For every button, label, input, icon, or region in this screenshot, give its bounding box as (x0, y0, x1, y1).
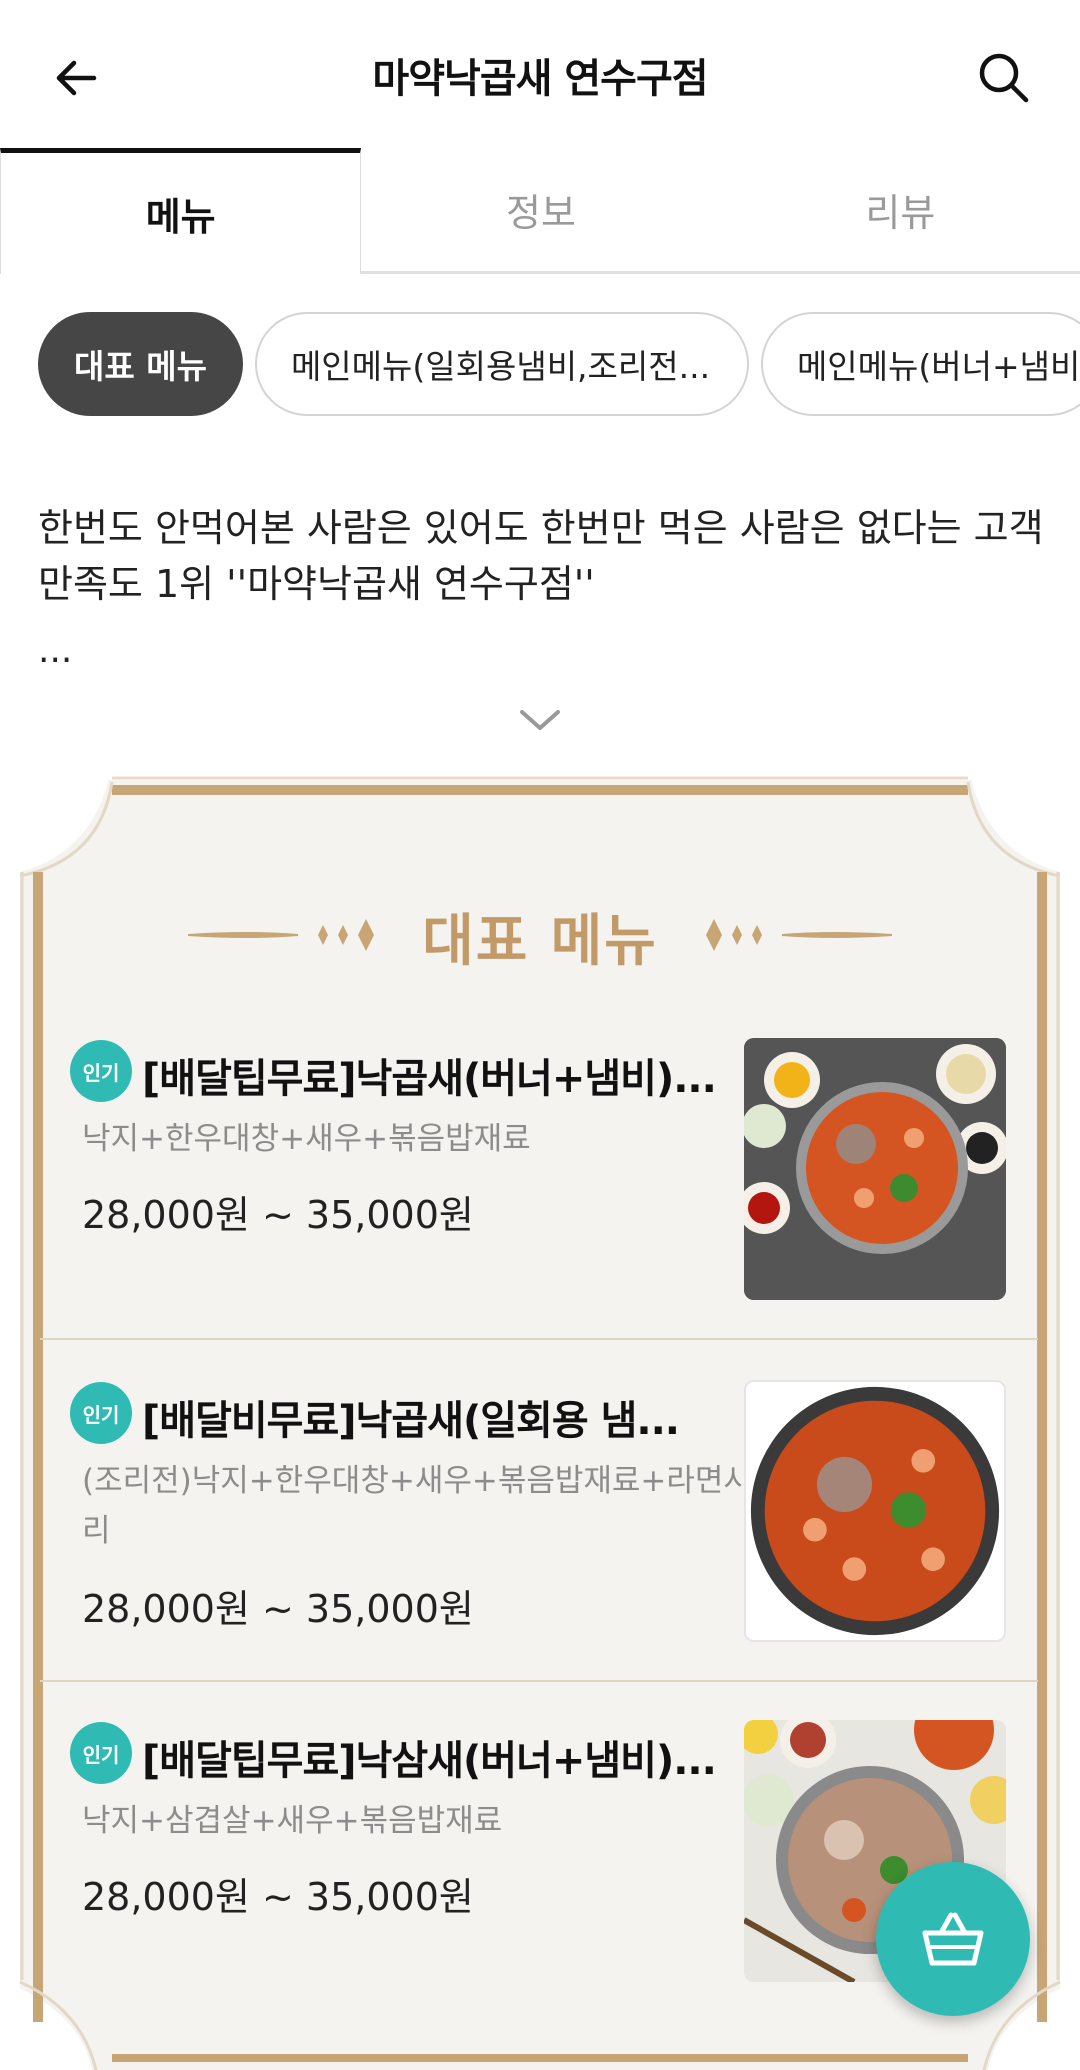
menu-item-description: 낙지+한우대창+새우+볶음밥재료 (82, 1121, 531, 1157)
menu-item-price: 28,000원 ~ 35,000원 (82, 1193, 474, 1237)
chip-main-menu-burner[interactable]: 메인메뉴(버너+냄비) (760, 312, 1080, 416)
menu-item[interactable]: 인기 [배달팁무료]낙곱새(버너+냄비)... 낙지+한우대창+새우+볶음밥재료… (40, 1038, 1038, 1300)
tab-bar: 메뉴 정보 리뷰 (0, 148, 1080, 274)
item-divider (40, 1338, 1038, 1340)
search-button[interactable] (968, 42, 1040, 114)
chevron-down-icon[interactable] (514, 700, 566, 740)
tab-info[interactable]: 정보 (361, 148, 721, 274)
search-icon (979, 53, 1029, 103)
menu-item-photo (744, 1380, 1006, 1642)
menu-item[interactable]: 인기 [배달비무료]낙곱새(일회용 냄... (조리전)낙지+한우대창+새우+볶… (40, 1380, 1038, 1642)
chip-main-menu-disposable[interactable]: 메인메뉴(일회용냄비,조리전... (254, 312, 749, 416)
menu-item-name: [배달팁무료]낙삼새(버너+냄비)... (142, 1738, 717, 1784)
cart-button[interactable] (876, 1862, 1030, 2016)
menu-item-description: (조리전)낙지+한우대창+새우+볶음밥재료+라면사리 (82, 1463, 752, 1549)
store-description: 한번도 안먹어본 사람은 있어도 한번만 먹은 사람은 없다는 고객만족도 1위… (38, 506, 1044, 606)
rep-menu-title: 대표 메뉴 (422, 909, 658, 974)
menu-item-name: [배달비무료]낙곱새(일회용 냄... (142, 1398, 680, 1444)
shopping-basket-icon (922, 1912, 984, 1966)
menu-item-photo (744, 1038, 1006, 1300)
app-header: 마약낙곱새 연수구점 (0, 0, 1080, 150)
page-title: 마약낙곱새 연수구점 (372, 56, 708, 102)
tab-reviews[interactable]: 리뷰 (720, 148, 1080, 274)
tab-menu[interactable]: 메뉴 (0, 148, 362, 274)
menu-item-price: 28,000원 ~ 35,000원 (82, 1875, 474, 1919)
menu-item-name: [배달팁무료]낙곱새(버너+냄비)... (142, 1056, 717, 1102)
popular-badge: 인기 (70, 1382, 132, 1444)
description-ellipsis: ... (38, 630, 73, 671)
menu-item-price: 28,000원 ~ 35,000원 (82, 1587, 474, 1631)
ornament-right-icon (706, 919, 892, 951)
chip-rep-menu[interactable]: 대표 메뉴 (38, 312, 243, 416)
menu-item-description: 낙지+삼겹살+새우+볶음밥재료 (82, 1803, 503, 1839)
category-chips: 대표 메뉴 메인메뉴(일회용냄비,조리전... 메인메뉴(버너+냄비) (38, 312, 1080, 418)
item-divider (40, 1680, 1038, 1682)
popular-badge: 인기 (70, 1722, 132, 1784)
popular-badge: 인기 (70, 1040, 132, 1102)
